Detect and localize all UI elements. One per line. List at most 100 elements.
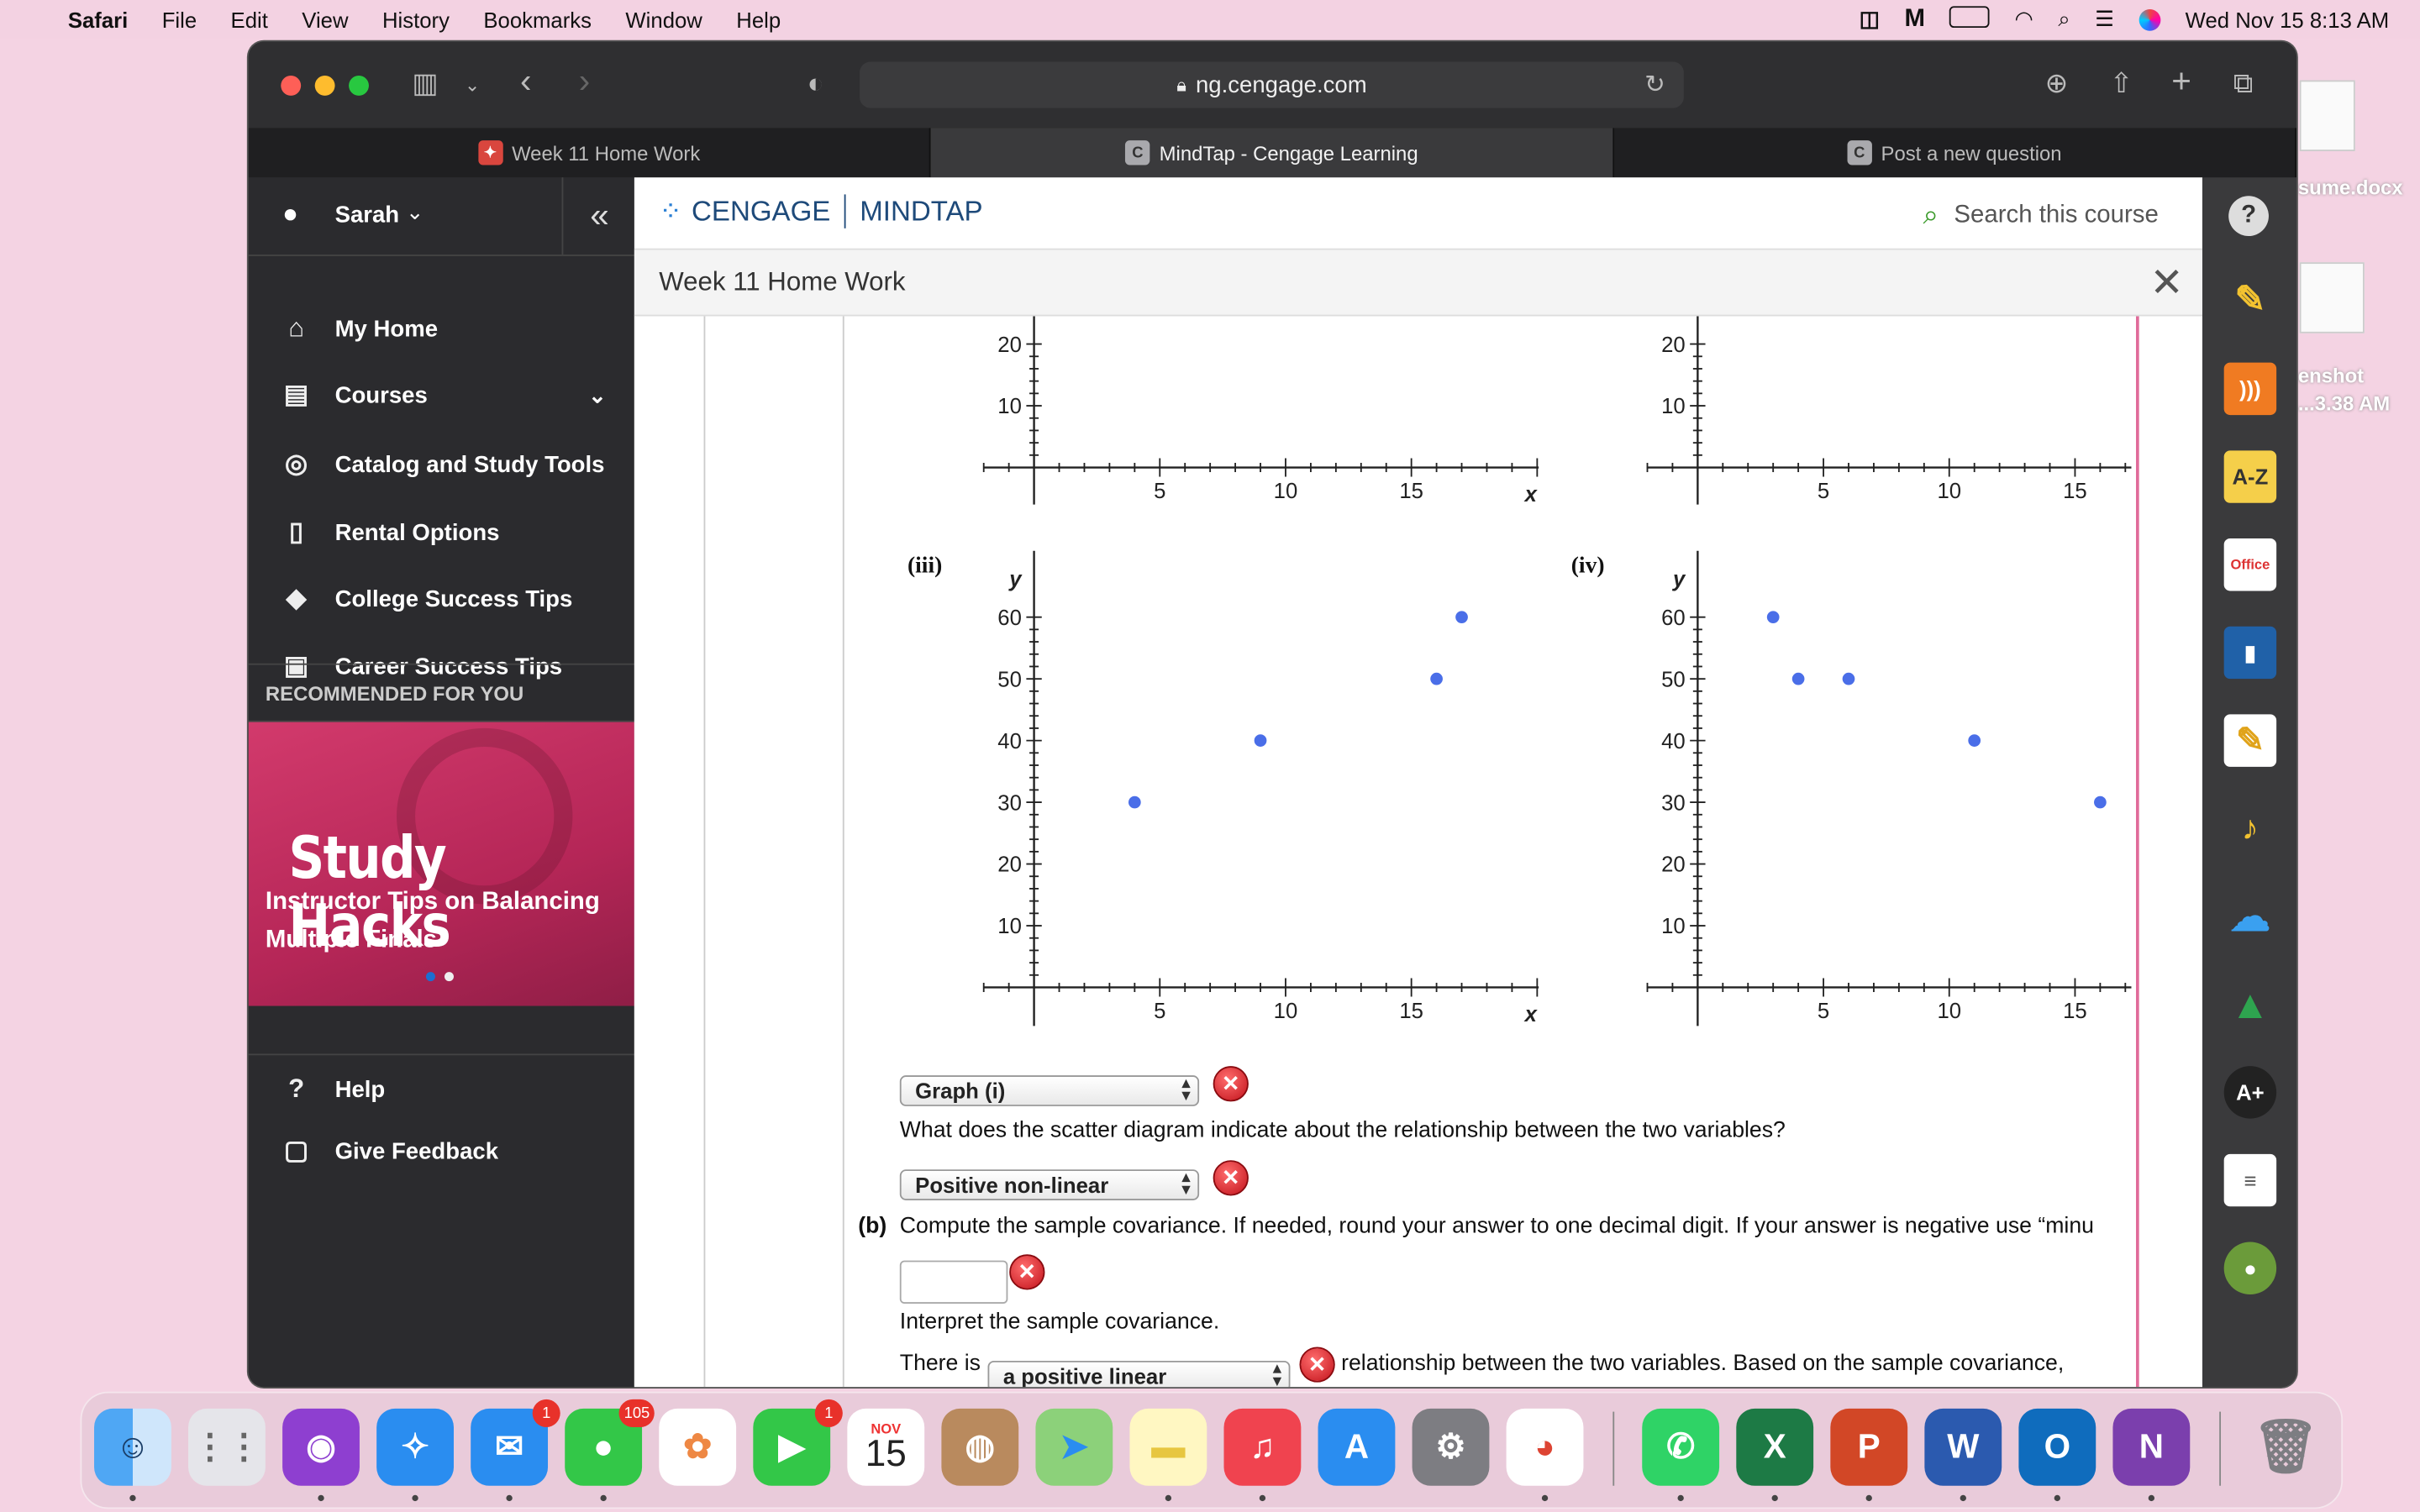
forward-icon[interactable]: › [579, 61, 590, 102]
sidebar-toggle-icon[interactable]: ▥ [412, 68, 438, 101]
sidebar-item-rental[interactable]: ▯ Rental Options [249, 501, 634, 563]
desktop-file-icon[interactable] [2299, 80, 2355, 151]
onedrive-cloud-icon[interactable]: ☁ [2224, 890, 2276, 942]
ebook-icon[interactable]: ▮ [2223, 626, 2277, 680]
rss-icon[interactable]: ))) [2223, 362, 2277, 416]
highlighter-icon[interactable]: ✎ [2224, 273, 2276, 325]
minimize-window-button[interactable] [314, 75, 335, 96]
collapse-sidebar-button[interactable]: « [561, 177, 636, 255]
maps-icon[interactable]: ➤ [1035, 1408, 1113, 1486]
launchpad-icon[interactable]: ⋮⋮ [188, 1408, 266, 1486]
carousel-dot[interactable] [444, 972, 454, 982]
excel-icon[interactable]: X [1736, 1408, 1814, 1486]
browser-window: ▥ ⌄ ‹ › ◐ 🔒︎ ng.cengage.com ↻ ⊕ ⇧ + ⧉ ✦ … [248, 41, 2297, 1388]
safari-icon[interactable]: ✧ [376, 1408, 454, 1486]
menu-bookmarks[interactable]: Bookmarks [483, 7, 592, 31]
zoom-window-button[interactable] [349, 75, 369, 96]
reload-icon[interactable]: ↻ [1644, 70, 1665, 101]
office-icon[interactable]: Office [2223, 538, 2277, 591]
app-store-icon[interactable]: A [1318, 1408, 1396, 1486]
sidebar-item-catalog[interactable]: ◎ Catalog and Study Tools [249, 433, 634, 495]
facetime-icon[interactable]: ▶ 1 [753, 1399, 843, 1486]
menu-help[interactable]: Help [736, 7, 781, 31]
readspeaker-icon[interactable]: ♪ [2224, 802, 2276, 854]
photos-icon[interactable]: ✿ [659, 1408, 737, 1486]
carousel-dot-active[interactable] [425, 972, 435, 982]
desktop-screenshot-label-b[interactable]: ...3.38 AM [2298, 392, 2390, 416]
contacts-icon[interactable]: ◍ [941, 1408, 1019, 1486]
sidebar-item-label: My Home [334, 315, 439, 342]
word-icon[interactable]: W [1924, 1408, 2002, 1486]
messages-icon[interactable]: ● 105 [565, 1399, 655, 1486]
onenote-icon[interactable]: N [2112, 1408, 2191, 1486]
menu-file[interactable]: File [162, 7, 197, 31]
y-tick-label: 20 [1661, 853, 1686, 877]
powerpoint-icon[interactable]: P [1830, 1408, 1908, 1486]
tab-group-chevron-icon[interactable]: ⌄ [465, 74, 480, 96]
help-icon[interactable]: ? [2228, 196, 2269, 237]
sidebar-help[interactable]: ? Help [248, 1053, 634, 1123]
notes-icon[interactable]: ✎ [2223, 714, 2277, 767]
menu-clock[interactable]: Wed Nov 15 8:13 AM [2186, 7, 2390, 31]
chrome-icon[interactable]: ◕ [1506, 1408, 1584, 1486]
trash-icon[interactable]: 🗑︎ [2247, 1409, 2324, 1486]
desktop-screenshot-label-a[interactable]: enshot [2298, 364, 2364, 387]
tab-mindtap[interactable]: C MindTap - Cengage Learning [931, 128, 1614, 178]
incorrect-icon: ✕ [1009, 1254, 1045, 1290]
covariance-input[interactable] [899, 1260, 1008, 1305]
battery-icon[interactable] [1949, 6, 1991, 32]
malwarebytes-icon[interactable]: M [1904, 5, 1924, 33]
music-icon[interactable]: ♫ [1223, 1408, 1302, 1486]
outlook-status-icon[interactable]: ◫ [1860, 6, 1880, 32]
menu-window[interactable]: Window [625, 7, 702, 31]
sidebar-feedback[interactable]: ▢ Give Feedback [249, 1120, 634, 1181]
google-drive-icon[interactable]: ▲ [2224, 978, 2276, 1030]
graph-select[interactable]: Graph (i) ▴ ▾ [899, 1075, 1200, 1106]
menu-history[interactable]: History [382, 7, 450, 31]
aplia-icon[interactable]: A+ [2223, 1066, 2277, 1119]
desktop-screenshot-icon[interactable] [2299, 262, 2365, 333]
cengage-logo[interactable]: ⁘ CENGAGE MINDTAP [659, 194, 983, 228]
notes-app-icon[interactable]: ▬ [1129, 1408, 1207, 1486]
calendar-day: 15 [865, 1433, 907, 1475]
flashcards-icon[interactable]: ≡ [2223, 1153, 2277, 1207]
relationship2-select[interactable]: a positive linear ▴ ▾ [987, 1360, 1291, 1388]
relationship-select[interactable]: Positive non-linear ▴ ▾ [899, 1169, 1200, 1200]
course-search[interactable]: ⌕ Search this course [1923, 199, 2159, 232]
outlook-icon[interactable]: O [2018, 1408, 2096, 1486]
profile-app-icon[interactable]: ● [2223, 1242, 2277, 1294]
menu-view[interactable]: View [302, 7, 348, 31]
downloads-icon[interactable]: ⊕ [2045, 68, 2069, 101]
close-window-button[interactable] [281, 75, 302, 96]
mail-icon[interactable]: ✉ 1 [471, 1399, 560, 1486]
glossary-az-icon[interactable]: A-Z [2223, 450, 2277, 503]
new-tab-icon[interactable]: + [2171, 61, 2191, 102]
control-center-icon[interactable]: ☰ [2095, 6, 2114, 32]
back-icon[interactable]: ‹ [520, 61, 531, 102]
finder-icon[interactable]: ☺ [94, 1408, 171, 1486]
tab-post-question[interactable]: C Post a new question [1614, 128, 2296, 178]
promo-card[interactable]: Study Hacks Instructor Tips on Balancing… [248, 722, 634, 1006]
sidebar-item-my-home[interactable]: ⌂ My Home [249, 297, 634, 359]
menu-edit[interactable]: Edit [231, 7, 268, 31]
whatsapp-icon[interactable]: ✆ [1642, 1408, 1720, 1486]
spotlight-search-icon[interactable]: ⌕ [2058, 6, 2070, 32]
sidebar-item-college-tips[interactable]: ◆ College Success Tips [249, 568, 634, 629]
close-activity-button[interactable]: ✕ [2150, 260, 2184, 307]
siri-icon[interactable] [2139, 8, 2161, 30]
sidebar-item-courses[interactable]: ▤ Courses ⌄ [249, 364, 634, 425]
podcasts-icon[interactable]: ◉ [282, 1408, 360, 1486]
running-indicator [2148, 1494, 2155, 1502]
system-preferences-icon[interactable]: ⚙ [1412, 1408, 1490, 1486]
tab-week11[interactable]: ✦ Week 11 Home Work [249, 128, 932, 178]
wifi-icon[interactable]: ◠ [2014, 6, 2033, 32]
share-icon[interactable]: ⇧ [2110, 68, 2133, 101]
interpret-text: Interpret the sample covariance. [899, 1310, 1220, 1335]
privacy-shield-icon[interactable]: ◐ [808, 68, 824, 101]
tab-overview-icon[interactable]: ⧉ [2233, 68, 2254, 101]
menu-app-name[interactable]: Safari [68, 7, 128, 31]
calendar-icon[interactable]: NOV 15 [847, 1408, 925, 1486]
address-bar[interactable]: 🔒︎ ng.cengage.com ↻ [860, 61, 1684, 108]
select-arrows-icon: ▴ ▾ [1181, 1169, 1191, 1200]
desktop-file-label[interactable]: sume.docx [2298, 176, 2403, 199]
